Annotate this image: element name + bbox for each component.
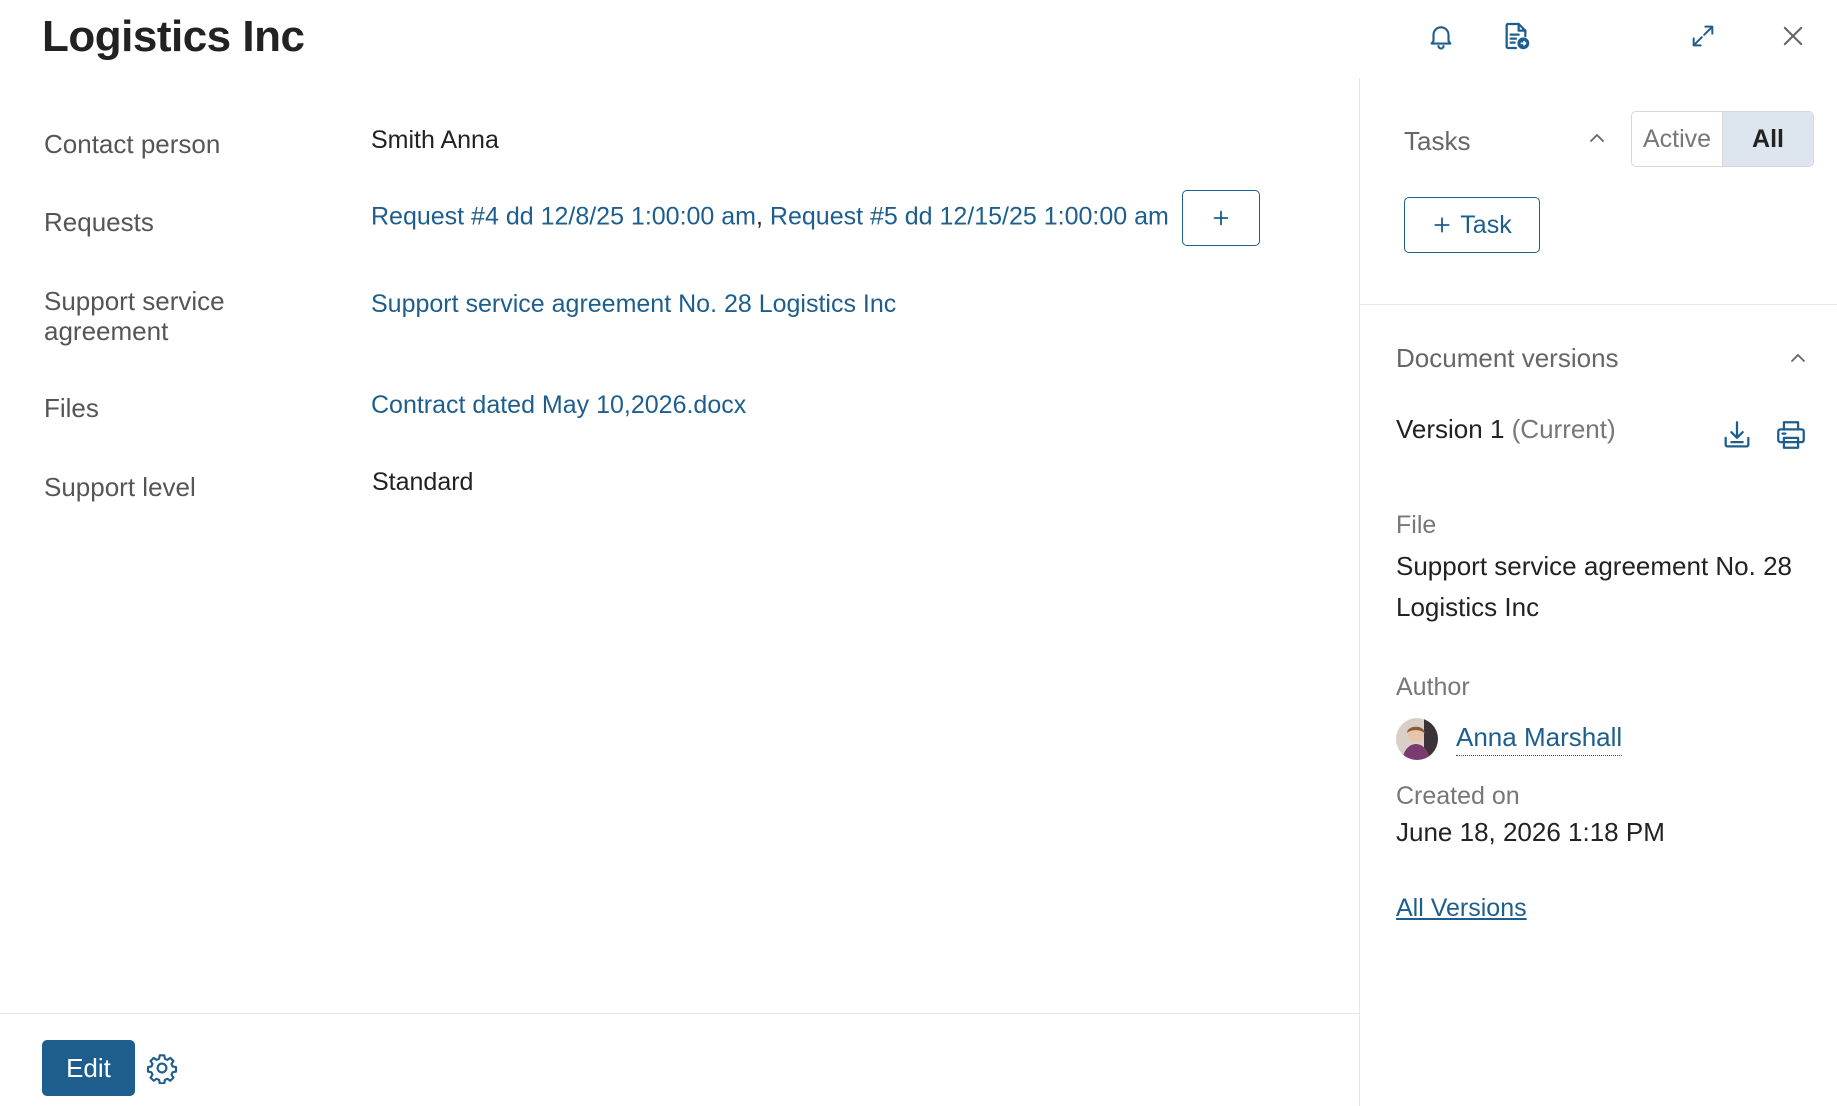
version-status: (Current) — [1511, 414, 1616, 444]
right-sidebar: Tasks Active All Task Document versions … — [1359, 78, 1837, 1106]
file-link[interactable]: Contract dated May 10,2026.docx — [371, 390, 746, 420]
plus-icon — [1213, 210, 1229, 226]
print-icon[interactable] — [1774, 418, 1808, 452]
version-label: Version 1 — [1396, 414, 1505, 444]
field-label: Support level — [44, 472, 196, 502]
add-task-button[interactable]: Task — [1404, 197, 1540, 253]
created-label: Created on — [1396, 782, 1520, 810]
requests-value: Request #4 dd 12/8/25 1:00:00 am, Reques… — [371, 190, 1260, 246]
edit-button[interactable]: Edit — [42, 1040, 135, 1096]
request-link[interactable]: Request #4 dd 12/8/25 1:00:00 am — [371, 203, 756, 231]
agreement-link[interactable]: Support service agreement No. 28 Logisti… — [371, 289, 896, 319]
requests-separator: , — [756, 202, 763, 231]
filter-all-option[interactable]: All — [1722, 112, 1813, 166]
contact-person-value: Smith Anna — [371, 126, 499, 154]
download-icon[interactable] — [1720, 418, 1754, 452]
page-title: Logistics Inc — [42, 12, 305, 61]
author-name-link[interactable]: Anna Marshall — [1456, 722, 1623, 756]
plus-icon — [1434, 217, 1450, 233]
gear-icon[interactable] — [146, 1052, 178, 1084]
header-actions — [1317, 14, 1837, 58]
file-name-value: Support service agreement No. 28 Logisti… — [1396, 551, 1792, 622]
tasks-filter-toggle: Active All — [1631, 111, 1814, 167]
file-label: File — [1396, 511, 1437, 539]
expand-icon — [1692, 25, 1714, 47]
document-share-button[interactable] — [1494, 14, 1538, 58]
bell-icon — [1430, 26, 1452, 50]
expand-button[interactable] — [1681, 14, 1725, 58]
close-icon — [1783, 26, 1803, 46]
add-request-button[interactable] — [1181, 190, 1260, 246]
add-task-label: Task — [1460, 210, 1512, 239]
document-versions-heading: Document versions — [1396, 343, 1619, 373]
filter-active-option[interactable]: Active — [1632, 112, 1722, 166]
version-title: Version 1 (Current) — [1396, 414, 1616, 445]
tasks-heading: Tasks — [1404, 126, 1471, 156]
sidebar-divider — [1360, 304, 1837, 305]
field-label: Files — [44, 393, 99, 423]
author-row: Anna Marshall — [1396, 718, 1623, 760]
document-share-icon — [1505, 22, 1530, 50]
request-link[interactable]: Request #5 dd 12/15/25 1:00:00 am — [770, 203, 1169, 231]
record-fields: Contact person Smith Anna Requests Reque… — [0, 78, 1359, 1013]
chevron-up-icon[interactable] — [1587, 131, 1607, 145]
avatar[interactable] — [1396, 718, 1438, 760]
notifications-button[interactable] — [1419, 14, 1463, 58]
created-value: June 18, 2026 1:18 PM — [1396, 817, 1665, 847]
all-versions-link[interactable]: All Versions — [1396, 894, 1527, 923]
chevron-up-icon[interactable] — [1788, 351, 1808, 365]
close-button[interactable] — [1771, 14, 1815, 58]
field-label: Support service agreement — [44, 286, 225, 346]
field-label: Requests — [44, 207, 154, 237]
field-label: Contact person — [44, 129, 221, 159]
support-level-value: Standard — [372, 468, 474, 496]
author-label: Author — [1396, 673, 1470, 701]
form-footer: Edit — [0, 1013, 1359, 1106]
